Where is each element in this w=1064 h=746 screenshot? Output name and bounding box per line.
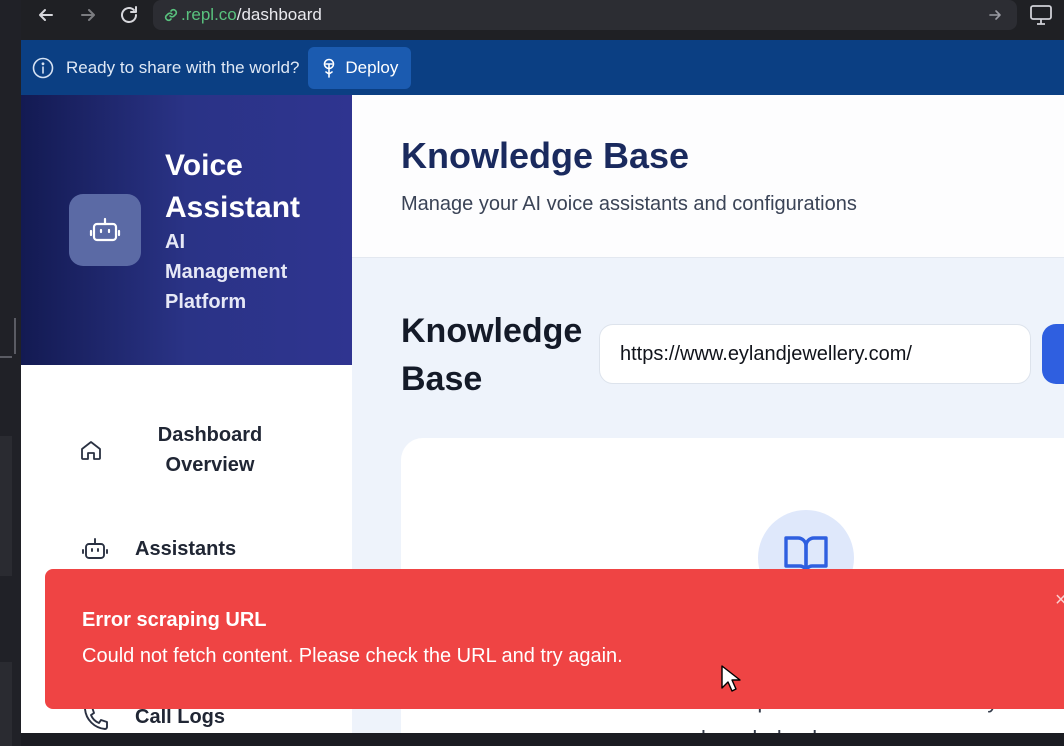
brand-subtitle-line: AI bbox=[165, 231, 185, 253]
brand-title-line: Assistant bbox=[165, 191, 301, 224]
divider bbox=[14, 318, 16, 354]
close-icon[interactable]: × bbox=[1055, 589, 1064, 612]
deploy-button[interactable]: Deploy bbox=[308, 46, 412, 89]
scrape-button[interactable] bbox=[1042, 324, 1064, 384]
browser-toolbar: .repl.co/dashboard bbox=[21, 0, 1064, 40]
toast-title: Error scraping URL bbox=[82, 609, 267, 631]
sidebar-item-assistants[interactable]: Assistants bbox=[21, 533, 352, 565]
deploy-icon bbox=[324, 58, 335, 78]
brand-title: Voice Assistant bbox=[165, 145, 300, 229]
home-icon bbox=[81, 441, 101, 460]
sidebar-item-label: Dashboard Overview bbox=[131, 420, 289, 480]
address-bar[interactable]: .repl.co/dashboard bbox=[153, 0, 1017, 30]
section-title-line: Base bbox=[401, 360, 483, 398]
deploy-banner: Ready to share with the world? Deploy bbox=[21, 40, 1064, 95]
page-subtitle: Manage your AI voice assistants and conf… bbox=[401, 193, 857, 215]
bot-icon bbox=[82, 538, 108, 559]
info-icon bbox=[32, 57, 54, 78]
mouse-cursor-icon bbox=[721, 665, 741, 692]
sidebar-item-label-line: Dashboard bbox=[157, 424, 263, 446]
window-bottom-edge bbox=[21, 733, 1064, 746]
brand-subtitle-line: Management bbox=[165, 261, 288, 283]
toast-description: Could not fetch content. Please check th… bbox=[82, 645, 623, 667]
outer-panel bbox=[0, 662, 12, 746]
section-title-line: Knowledge bbox=[401, 312, 583, 350]
brand-header: Voice Assistant AI Management Platform bbox=[21, 95, 352, 365]
forward-arrow-icon[interactable] bbox=[73, 3, 103, 27]
brand-subtitle-line: Platform bbox=[165, 291, 247, 313]
go-arrow-icon[interactable] bbox=[987, 7, 1003, 23]
url-host: .repl.co bbox=[181, 5, 237, 24]
bot-icon bbox=[69, 194, 141, 266]
url-input[interactable] bbox=[599, 324, 1031, 384]
outer-panel bbox=[0, 436, 12, 576]
section-title: Knowledge Base bbox=[401, 307, 611, 403]
reload-icon[interactable] bbox=[114, 3, 144, 27]
back-arrow-icon[interactable] bbox=[31, 3, 61, 27]
sidebar-item-label: Assistants bbox=[135, 537, 237, 560]
error-toast: Error scraping URL Could not fetch conte… bbox=[45, 569, 1064, 709]
sidebar-item-label-line: Overview bbox=[165, 454, 255, 476]
page-title: Knowledge Base bbox=[401, 135, 690, 176]
link-icon bbox=[164, 8, 178, 22]
monitor-icon[interactable] bbox=[1029, 4, 1053, 26]
deploy-label: Deploy bbox=[345, 57, 399, 77]
brand-subtitle: AI Management Platform bbox=[165, 227, 287, 317]
divider bbox=[0, 356, 12, 358]
url-path: /dashboard bbox=[236, 5, 322, 24]
sidebar-item-dashboard[interactable]: Dashboard Overview bbox=[21, 420, 352, 480]
banner-message: Ready to share with the world? bbox=[66, 57, 300, 77]
brand-title-line: Voice bbox=[165, 149, 243, 182]
screen: .repl.co/dashboard Ready to share with t… bbox=[0, 0, 1064, 746]
outer-window-strip bbox=[0, 0, 21, 746]
page-header: Knowledge Base Manage your AI voice assi… bbox=[352, 95, 1064, 258]
